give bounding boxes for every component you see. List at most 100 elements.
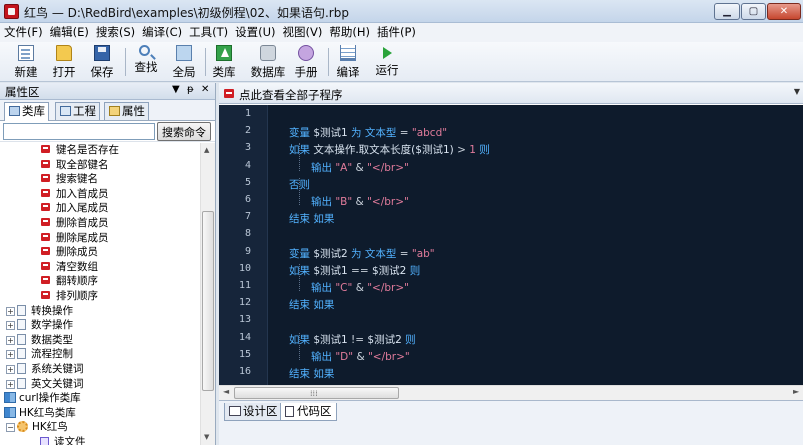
subroutine-dropdown[interactable]: 点此查看全部子程序 ▼ bbox=[219, 83, 803, 104]
tree-item[interactable]: + 数据类型 bbox=[6, 333, 73, 348]
scroll-up-icon[interactable]: ▲ bbox=[204, 146, 209, 154]
menu-item-4[interactable]: 工具(T) bbox=[185, 23, 231, 42]
line-number-gutter: 1 2 3 4 5 6 7 8 9 10 11 12 13 14 15 16 bbox=[219, 105, 267, 385]
tree-item[interactable]: + 转换操作 bbox=[6, 304, 73, 319]
tree-item[interactable]: HK红鸟类库 bbox=[4, 406, 76, 421]
tree-item[interactable]: + 流程控制 bbox=[6, 347, 73, 362]
code-token: = bbox=[396, 247, 412, 260]
code-token: "C" bbox=[335, 282, 356, 294]
gutter-divider bbox=[267, 105, 268, 385]
tab-code[interactable]: 代码区 bbox=[280, 403, 337, 421]
expand-icon[interactable]: + bbox=[6, 365, 15, 374]
scroll-right-icon[interactable]: ► bbox=[793, 387, 799, 396]
tree-item[interactable]: 搜索键名 bbox=[40, 172, 98, 187]
code-line[interactable]: 变量 $测试1 为 文本型 = "abcd" bbox=[289, 125, 447, 140]
toolbar-button-1[interactable]: 打开 bbox=[46, 44, 82, 80]
toolbar-button-2[interactable]: 保存 bbox=[84, 44, 120, 80]
tree-item[interactable]: curl操作类库 bbox=[4, 391, 81, 406]
panel-title: 属性区 bbox=[5, 85, 40, 99]
horizontal-scrollbar[interactable]: ◄ ⁞⁞⁞ ► bbox=[219, 385, 803, 400]
code-token: = bbox=[396, 127, 412, 140]
menu-item-2[interactable]: 搜索(S) bbox=[92, 23, 138, 42]
menu-item-1[interactable]: 编辑(E) bbox=[46, 23, 92, 42]
scrollbar-thumb[interactable] bbox=[202, 211, 214, 391]
panel-close-icon[interactable]: ✕ bbox=[201, 84, 209, 95]
tree-item[interactable]: 排列顺序 bbox=[40, 289, 98, 304]
indent-guide bbox=[299, 263, 300, 291]
code-line[interactable]: 输出 "B" & "</br>" bbox=[311, 194, 409, 209]
tree-scrollbar[interactable]: ▲ ▼ bbox=[200, 143, 215, 445]
code-area[interactable]: 1 2 3 4 5 6 7 8 9 10 11 12 13 14 15 16 变量 $测试1 为 文本型 = … bbox=[219, 105, 803, 385]
tree-item[interactable]: 键名是否存在 bbox=[40, 143, 119, 158]
expand-icon[interactable]: + bbox=[6, 335, 15, 345]
code-line[interactable]: 输出 "D" & "</br>" bbox=[311, 349, 410, 364]
pin-icon[interactable]: ᵽ bbox=[187, 84, 194, 95]
tree-item-label: HK红鸟 bbox=[32, 421, 68, 434]
toolbar-button-0[interactable]: 新建 bbox=[8, 44, 44, 80]
code-line[interactable]: 输出 "A" & "</br>" bbox=[311, 160, 409, 175]
tree-item[interactable]: + 数学操作 bbox=[6, 318, 73, 333]
code-line[interactable]: 结束 如果 bbox=[289, 297, 334, 312]
tree-item[interactable]: + 系统关键词 bbox=[6, 362, 84, 377]
menu-item-5[interactable]: 设置(U) bbox=[231, 23, 278, 42]
code-line[interactable]: 结束 如果 bbox=[289, 211, 334, 226]
tree-item[interactable]: 读文件 bbox=[40, 435, 86, 445]
toolbar-button-9[interactable]: 运行 bbox=[369, 44, 405, 80]
scroll-down-icon[interactable]: ▼ bbox=[204, 433, 209, 441]
expand-icon[interactable]: + bbox=[6, 306, 15, 316]
tree-item-label: 删除首成员 bbox=[56, 217, 109, 229]
panel-menu-icon[interactable]: ▼ bbox=[172, 84, 180, 95]
code-token: $测试2 bbox=[313, 247, 352, 260]
code-line[interactable]: 如果 文本操作.取文本长度($测试1) > 1 则 bbox=[289, 142, 490, 157]
toolbar-button-4[interactable]: 全局 bbox=[166, 44, 202, 80]
menu-item-6[interactable]: 视图(V) bbox=[279, 23, 326, 42]
toolbar-button-7[interactable]: 手册 bbox=[288, 44, 324, 80]
toolbar-button-3[interactable]: 查找 bbox=[128, 44, 164, 80]
properties-icon bbox=[109, 106, 120, 116]
expand-icon[interactable]: + bbox=[6, 321, 15, 331]
collapse-icon[interactable]: − bbox=[6, 423, 15, 433]
menu-item-0[interactable]: 文件(F) bbox=[0, 23, 46, 42]
close-button[interactable]: ✕ bbox=[767, 3, 801, 20]
expand-icon[interactable]: + bbox=[6, 350, 15, 360]
tree-item[interactable]: 删除首成员 bbox=[40, 216, 109, 231]
tab-properties[interactable]: 属性 bbox=[104, 102, 149, 120]
code-line[interactable]: 输出 "C" & "</br>" bbox=[311, 280, 409, 295]
code-token: 输出 bbox=[311, 282, 336, 294]
indent-guide bbox=[299, 332, 300, 360]
toolbar-button-6[interactable]: 数据库 bbox=[246, 44, 290, 80]
tree-item[interactable]: 加入尾成员 bbox=[40, 201, 109, 216]
menu-item-8[interactable]: 插件(P) bbox=[373, 23, 419, 42]
maximize-button[interactable]: ▢ bbox=[741, 3, 766, 20]
minimize-button[interactable]: ▁ bbox=[714, 3, 740, 20]
tree-item[interactable]: 清空数组 bbox=[40, 260, 98, 275]
toolbar-button-8[interactable]: 编译 bbox=[330, 44, 366, 80]
code-line[interactable]: 如果 $测试1 == $测试2 则 bbox=[289, 263, 420, 278]
code-token: == bbox=[351, 264, 372, 277]
code-line[interactable]: 变量 $测试2 为 文本型 = "ab" bbox=[289, 246, 435, 261]
menu-item-3[interactable]: 编译(C) bbox=[138, 23, 185, 42]
search-input[interactable] bbox=[3, 123, 155, 140]
code-editor: 点此查看全部子程序 ▼ 1 2 3 4 5 6 7 8 9 10 11 12 13 14 15 16 变量 $… bbox=[219, 83, 803, 445]
tab-project[interactable]: 工程 bbox=[55, 102, 100, 120]
toolbar-button-label: 编译 bbox=[336, 65, 360, 79]
toolbar-button-5[interactable]: 类库 bbox=[206, 44, 242, 80]
tree-item[interactable]: 加入首成员 bbox=[40, 187, 109, 202]
tab-design[interactable]: 设计区 bbox=[224, 403, 283, 421]
function-icon bbox=[40, 158, 51, 169]
tree-item[interactable]: + 英文关键词 bbox=[6, 377, 84, 392]
scrollbar-thumb[interactable]: ⁞⁞⁞ bbox=[234, 387, 399, 399]
tree-item[interactable]: 删除成员 bbox=[40, 245, 98, 260]
function-icon bbox=[40, 231, 51, 242]
tab-library[interactable]: 类库 bbox=[4, 102, 49, 121]
tree-item[interactable]: 删除尾成员 bbox=[40, 231, 109, 246]
search-command-button[interactable]: 搜索命令 bbox=[157, 122, 211, 141]
menu-item-7[interactable]: 帮助(H) bbox=[325, 23, 373, 42]
expand-icon[interactable]: + bbox=[6, 379, 15, 389]
tree-item[interactable]: 取全部键名 bbox=[40, 158, 109, 173]
code-line[interactable]: 结束 如果 bbox=[289, 366, 334, 381]
scroll-left-icon[interactable]: ◄ bbox=[223, 387, 229, 396]
tree-item[interactable]: 翻转顺序 bbox=[40, 274, 98, 289]
tree-item[interactable]: − HK红鸟 bbox=[6, 420, 68, 435]
code-line[interactable]: 如果 $测试1 != $测试2 则 bbox=[289, 332, 416, 347]
